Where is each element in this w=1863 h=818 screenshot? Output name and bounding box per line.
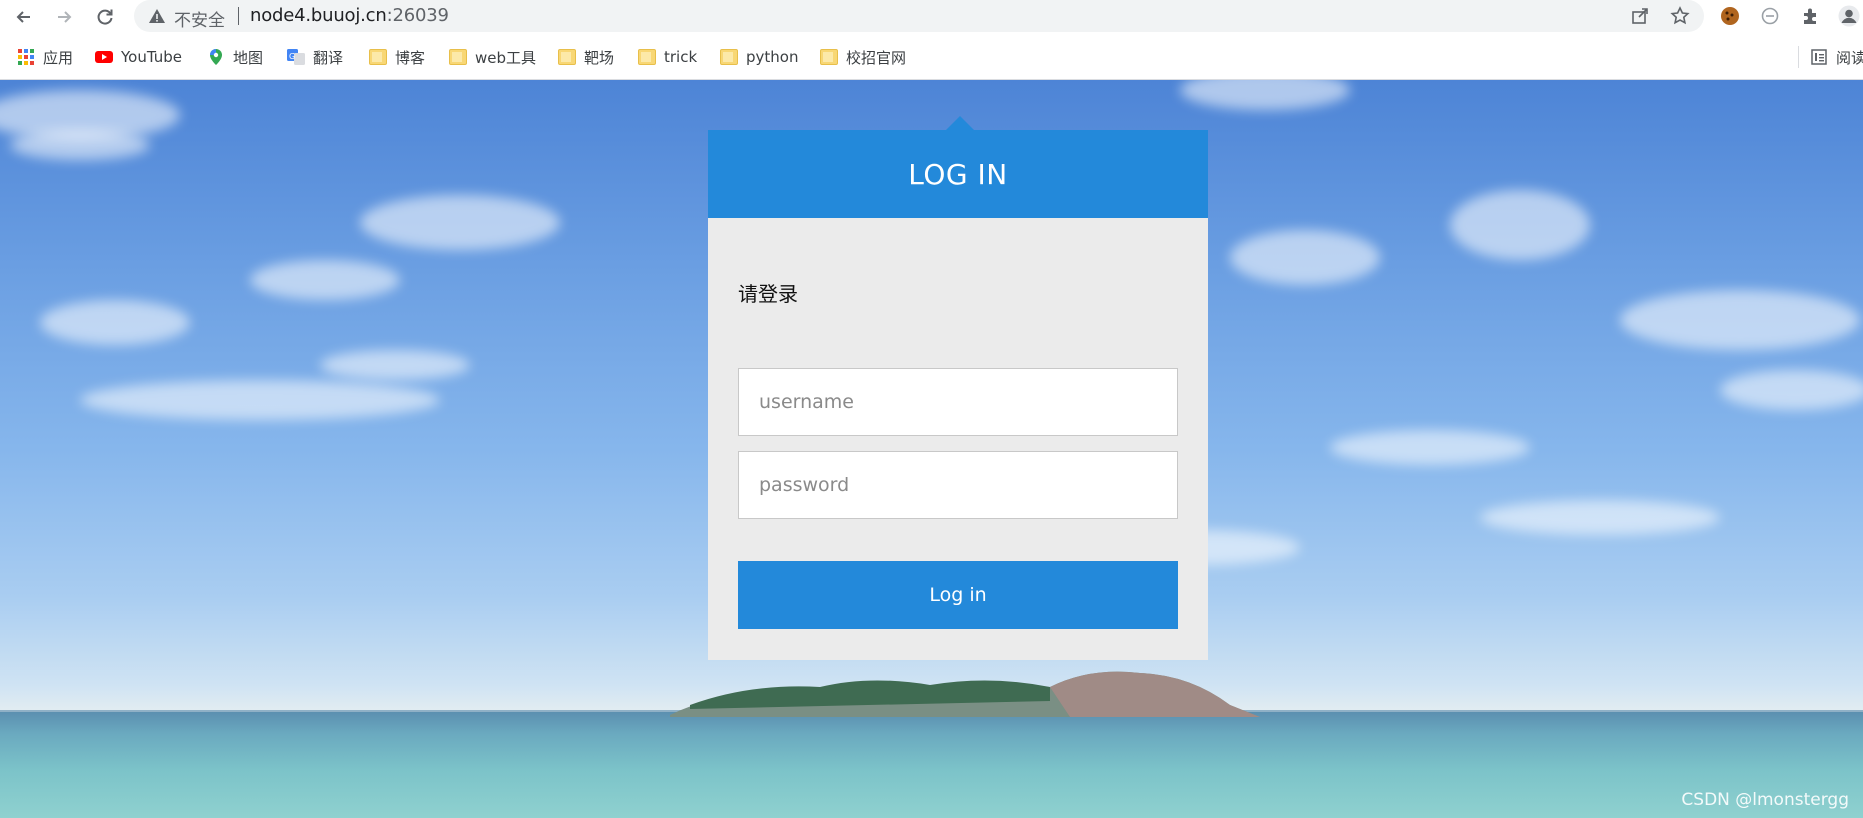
reload-button[interactable]	[91, 3, 119, 31]
url-text[interactable]: node4.buuoj.cn:26039	[250, 5, 449, 26]
apps-grid-icon	[18, 49, 34, 65]
security-label[interactable]: 不安全	[174, 6, 225, 31]
blocked-extension-icon[interactable]	[1759, 5, 1781, 27]
bookmark-label: YouTube	[121, 48, 182, 66]
bookmarks-bar: 应用 YouTube 地图 G 翻译 博客 web工具 靶场 trick pyt…	[0, 34, 1863, 80]
address-bar[interactable]: 不安全 node4.buuoj.cn:26039	[134, 0, 1704, 32]
bookmark-label: trick	[664, 48, 698, 66]
bookmark-label: web工具	[475, 48, 537, 67]
bookmark-folder-range[interactable]: 靶场	[558, 46, 614, 68]
background-cloud	[1620, 290, 1860, 350]
bookmark-label: 应用	[43, 48, 74, 67]
bookmark-label: 地图	[233, 48, 264, 67]
bookmark-label: python	[746, 48, 799, 66]
bookmarks-separator	[1798, 46, 1799, 68]
bookmark-youtube[interactable]: YouTube	[95, 46, 182, 68]
maps-pin-icon	[210, 49, 222, 65]
folder-icon	[558, 49, 576, 65]
forward-button[interactable]	[50, 3, 78, 31]
login-card-body: 请登录 Log in	[708, 218, 1208, 660]
background-cloud	[1180, 80, 1350, 110]
background-cloud	[320, 350, 470, 380]
folder-icon	[369, 49, 387, 65]
folder-icon	[449, 49, 467, 65]
login-card-header: LOG IN	[708, 116, 1208, 218]
login-button[interactable]: Log in	[738, 561, 1178, 629]
background-cloud	[250, 260, 400, 300]
background-cloud	[10, 130, 150, 160]
share-icon[interactable]	[1630, 6, 1650, 26]
reading-list-button[interactable]: 阅读	[1810, 46, 1863, 68]
background-cloud	[1480, 500, 1720, 535]
cookie-extension-icon[interactable]	[1719, 5, 1741, 27]
bookmark-folder-trick[interactable]: trick	[638, 46, 697, 68]
url-port: :26039	[386, 5, 449, 26]
background-cloud	[40, 300, 190, 345]
background-cloud	[360, 195, 560, 250]
password-input[interactable]	[738, 451, 1178, 519]
bookmark-label: 博客	[395, 48, 426, 67]
background-cloud	[1450, 190, 1590, 260]
translate-icon: G	[287, 49, 305, 65]
page-viewport: CSDN @lmonstergg LOG IN 请登录 Log in	[0, 80, 1863, 818]
bookmark-label: 靶场	[584, 48, 615, 67]
folder-icon	[820, 49, 838, 65]
csdn-watermark: CSDN @lmonstergg	[1681, 790, 1849, 810]
login-card: LOG IN 请登录 Log in	[708, 116, 1208, 660]
bookmark-folder-campus[interactable]: 校招官网	[820, 46, 906, 68]
bookmark-star-icon[interactable]	[1670, 6, 1690, 26]
svg-text:G: G	[289, 52, 295, 61]
login-title: LOG IN	[908, 157, 1008, 191]
bookmark-apps[interactable]: 应用	[17, 46, 73, 68]
back-arrow-icon	[16, 11, 30, 23]
background-cloud	[1720, 370, 1863, 410]
url-host: node4.buuoj.cn	[250, 5, 387, 26]
omnibox-divider	[238, 7, 239, 25]
browser-toolbar: 不安全 node4.buuoj.cn:26039	[0, 0, 1863, 34]
bookmark-label: 校招官网	[846, 48, 907, 67]
sea	[0, 712, 1863, 818]
warning-icon	[149, 9, 165, 23]
back-button[interactable]	[10, 3, 38, 31]
reload-icon	[97, 9, 113, 25]
bookmark-translate[interactable]: G 翻译	[287, 46, 343, 68]
bookmark-folder-webtools[interactable]: web工具	[449, 46, 536, 68]
username-input[interactable]	[738, 368, 1178, 436]
extensions-puzzle-icon[interactable]	[1799, 5, 1821, 27]
folder-icon	[638, 49, 656, 65]
island-illustration	[670, 671, 1260, 717]
bookmark-label: 翻译	[313, 48, 344, 67]
login-prompt: 请登录	[738, 282, 798, 306]
folder-icon	[720, 49, 738, 65]
background-cloud	[1230, 230, 1380, 285]
bookmark-folder-python[interactable]: python	[720, 46, 798, 68]
profile-avatar-icon[interactable]	[1838, 5, 1860, 27]
bookmark-folder-blog[interactable]: 博客	[369, 46, 425, 68]
background-cloud	[80, 380, 440, 420]
background-cloud	[1330, 430, 1530, 465]
reading-list-icon	[1811, 49, 1827, 65]
reading-list-label: 阅读	[1836, 48, 1863, 67]
youtube-icon	[95, 51, 113, 63]
forward-arrow-icon	[58, 11, 72, 23]
bookmark-maps[interactable]: 地图	[207, 46, 263, 68]
